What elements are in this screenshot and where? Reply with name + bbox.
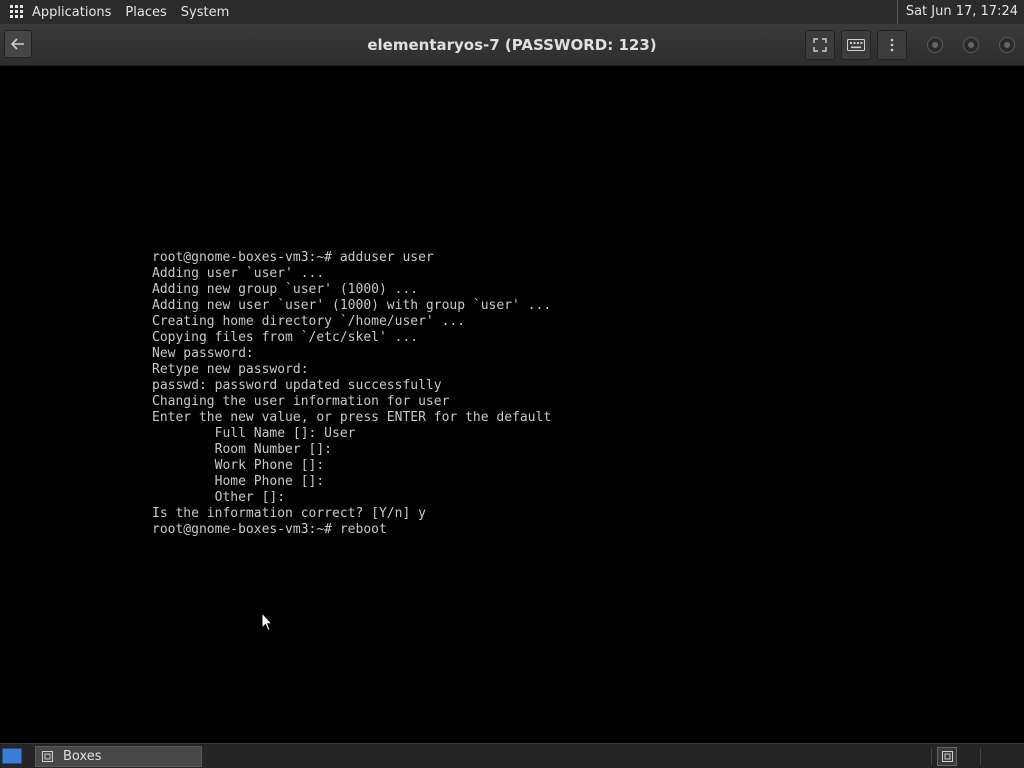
menu-button[interactable] xyxy=(877,30,907,60)
workspace-switcher[interactable] xyxy=(937,747,957,766)
tray-separator xyxy=(931,748,932,765)
terminal-line: root@gnome-boxes-vm3:~# reboot xyxy=(152,522,387,537)
bottom-panel: Boxes xyxy=(0,743,1024,768)
fullscreen-icon xyxy=(813,38,827,52)
terminal-line: Copying files from `/etc/skel' ... xyxy=(152,330,419,345)
terminal-line: Adding user `user' ... xyxy=(152,266,325,281)
menu-applications[interactable]: Applications xyxy=(32,5,111,20)
maximize-button[interactable] xyxy=(963,37,979,53)
workspace-icon xyxy=(941,751,953,762)
terminal-output[interactable]: root@gnome-boxes-vm3:~# adduser user Addi… xyxy=(152,250,551,538)
show-desktop-button[interactable] xyxy=(2,748,22,764)
fullscreen-button[interactable] xyxy=(805,30,835,60)
kebab-menu-icon xyxy=(890,38,894,52)
window-headerbar: elementaryos-7 (PASSWORD: 123) xyxy=(0,24,1024,66)
menu-places[interactable]: Places xyxy=(125,5,166,20)
taskbar-item-label: Boxes xyxy=(63,749,102,764)
close-button[interactable] xyxy=(999,37,1015,53)
terminal-line: Other []: xyxy=(152,490,286,505)
terminal-line: New password: xyxy=(152,346,254,361)
tray-separator xyxy=(980,748,981,765)
terminal-line: Room Number []: xyxy=(152,442,333,457)
terminal-line: Full Name []: User xyxy=(152,426,356,441)
terminal-line: Creating home directory `/home/user' ... xyxy=(152,314,466,329)
keyboard-icon xyxy=(847,39,865,51)
terminal-line: Enter the new value, or press ENTER for … xyxy=(152,410,552,425)
terminal-line: Retype new password: xyxy=(152,362,309,377)
terminal-line: Adding new user `user' (1000) with group… xyxy=(152,298,552,313)
boxes-icon xyxy=(42,751,53,762)
terminal-line: root@gnome-boxes-vm3:~# adduser user xyxy=(152,250,434,265)
menu-system[interactable]: System xyxy=(181,5,229,20)
keyboard-button[interactable] xyxy=(841,30,871,60)
terminal-line: Work Phone []: xyxy=(152,458,325,473)
terminal-line: Is the information correct? [Y/n] y xyxy=(152,506,426,521)
minimize-icon xyxy=(932,42,938,48)
terminal-line: Home Phone []: xyxy=(152,474,325,489)
maximize-icon xyxy=(968,42,974,48)
terminal-line: Adding new group `user' (1000) ... xyxy=(152,282,419,297)
apps-grid-icon[interactable] xyxy=(10,5,24,19)
terminal-line: passwd: password updated successfully xyxy=(152,378,442,393)
mouse-pointer-icon xyxy=(261,612,273,632)
minimize-button[interactable] xyxy=(927,37,943,53)
terminal-line: Changing the user information for user xyxy=(152,394,450,409)
close-icon xyxy=(1004,42,1010,48)
clock[interactable]: Sat Jun 17, 17:24 xyxy=(896,0,1018,24)
top-panel: Applications Places System Sat Jun 17, 1… xyxy=(0,0,1024,24)
taskbar-item-boxes[interactable]: Boxes xyxy=(35,746,202,767)
